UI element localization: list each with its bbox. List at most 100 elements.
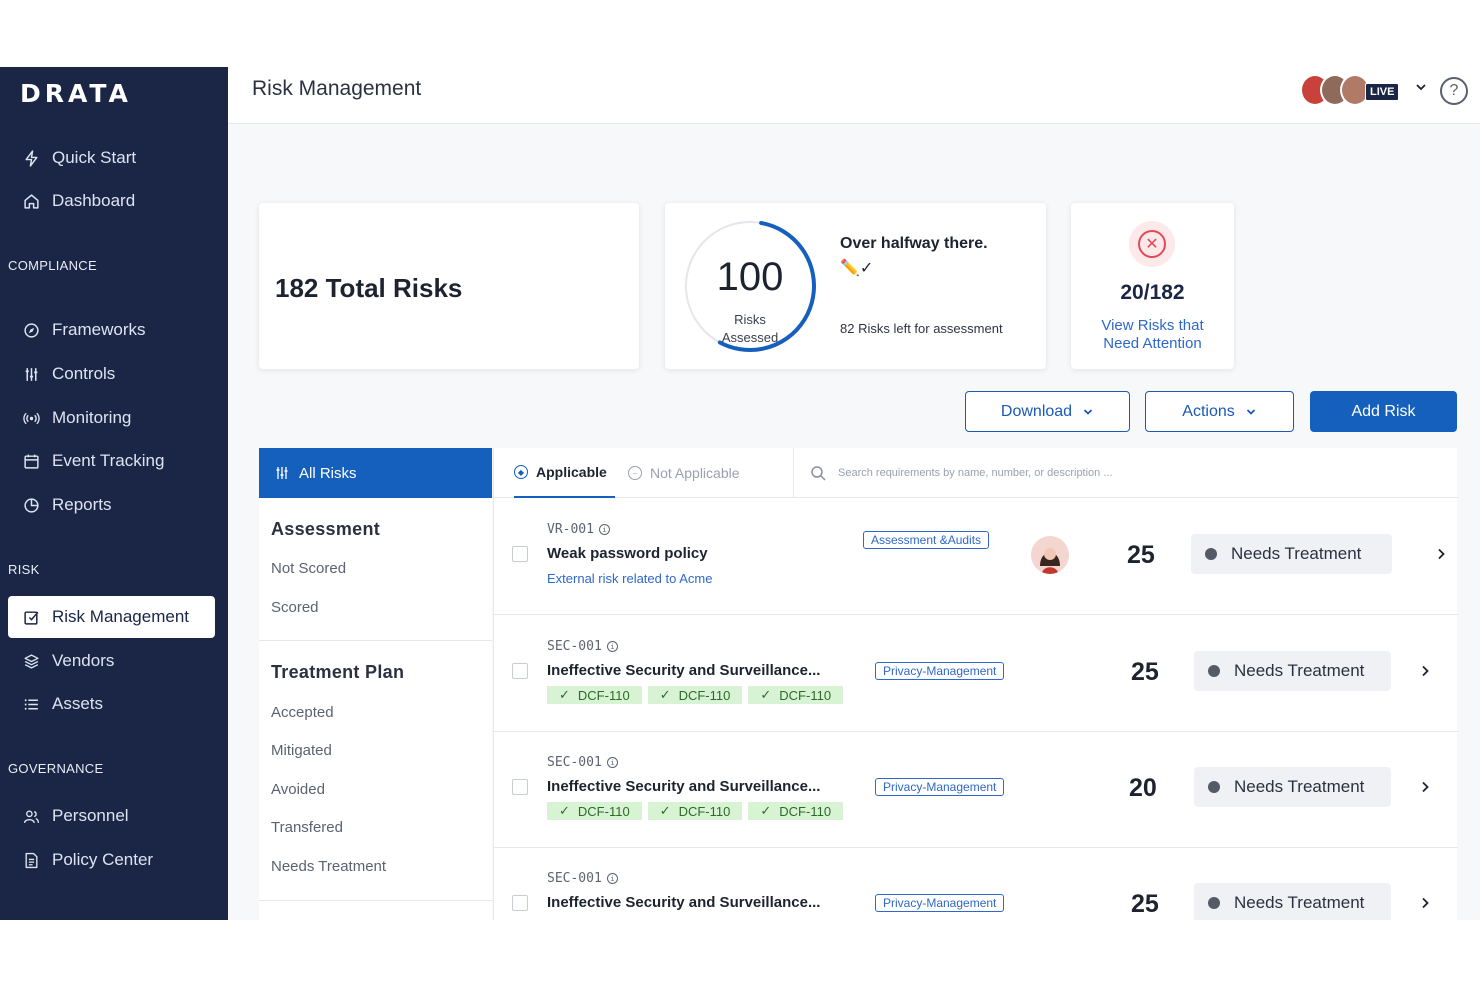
- add-risk-button[interactable]: Add Risk: [1310, 391, 1457, 432]
- check-icon: ✓: [760, 687, 772, 702]
- home-icon: [20, 190, 42, 212]
- divider: [259, 900, 492, 901]
- table-row[interactable]: VR-001 i Weak password policy External r…: [494, 499, 1458, 615]
- status-badge[interactable]: Needs Treatment: [1194, 883, 1391, 920]
- status-badge[interactable]: Needs Treatment: [1191, 534, 1392, 574]
- control-chip[interactable]: ✓ DCF-110: [547, 686, 642, 704]
- risk-score: 25: [1131, 890, 1159, 918]
- control-chip-label: DCF-110: [678, 687, 731, 703]
- sidebar-item-controls[interactable]: Controls: [8, 353, 215, 395]
- risk-code-text: SEC-001: [547, 755, 602, 770]
- download-button[interactable]: Download: [965, 391, 1130, 432]
- risks-assessed-label-line: Assessed: [721, 330, 779, 345]
- control-chip[interactable]: ✓ DCF-110: [748, 686, 844, 704]
- sidebar-item-label: Frameworks: [52, 320, 146, 339]
- attention-count: 20/182: [1120, 281, 1185, 304]
- risk-description[interactable]: External risk related to Acme: [547, 571, 712, 586]
- risk-title[interactable]: Ineffective Security and Surveillance...: [547, 778, 820, 795]
- risk-title[interactable]: Weak password policy: [547, 545, 708, 562]
- total-risks-card: 182 Total Risks: [259, 203, 639, 369]
- filter-not-scored[interactable]: Not Scored: [271, 560, 346, 577]
- control-chip[interactable]: ✓ DCF-110: [647, 802, 743, 820]
- all-risks-filter[interactable]: All Risks: [259, 448, 492, 498]
- table-row[interactable]: SEC-001 i Ineffective Security and Surve…: [494, 848, 1458, 920]
- row-checkbox[interactable]: [512, 895, 528, 911]
- filter-transfered[interactable]: Transfered: [271, 819, 343, 836]
- info-icon[interactable]: i: [606, 641, 618, 652]
- row-checkbox[interactable]: [512, 546, 528, 562]
- info-icon[interactable]: i: [598, 524, 610, 535]
- chevron-right-icon[interactable]: [1418, 896, 1432, 910]
- sidebar-item-quick-start[interactable]: Quick Start: [8, 137, 215, 179]
- control-chips: ✓ DCF-110 ✓ DCF-110 ✓ DCF-110: [547, 802, 844, 820]
- row-checkbox[interactable]: [512, 779, 528, 795]
- risk-code-text: SEC-001: [547, 871, 602, 886]
- control-chip[interactable]: ✓ DCF-110: [647, 686, 743, 704]
- check-icon: ✓: [659, 687, 671, 702]
- risk-code: SEC-001 i: [547, 755, 618, 770]
- status-dot: [1208, 665, 1220, 677]
- risk-score: 20: [1129, 774, 1157, 802]
- calendar-icon: [20, 450, 42, 472]
- status-badge[interactable]: Needs Treatment: [1194, 767, 1391, 807]
- collaborator-avatars[interactable]: [1300, 74, 1372, 106]
- risk-title[interactable]: Ineffective Security and Surveillance...: [547, 662, 820, 679]
- tab-not-applicable[interactable]: – Not Applicable: [628, 448, 740, 498]
- info-icon[interactable]: i: [606, 757, 618, 768]
- control-chip[interactable]: ✓ DCF-110: [748, 802, 844, 820]
- sidebar-item-vendors[interactable]: Vendors: [8, 640, 215, 682]
- owner-avatar[interactable]: [1031, 536, 1069, 574]
- chevron-right-icon[interactable]: [1418, 780, 1432, 794]
- filter-panel: All Risks Assessment Not Scored Scored T…: [259, 448, 492, 920]
- total-risks-count: 182 Total Risks: [275, 273, 463, 303]
- sidebar-item-dashboard[interactable]: Dashboard: [8, 180, 215, 222]
- divider: [259, 640, 492, 641]
- attention-card[interactable]: ✕ 20/182 View Risks that Need Attention: [1071, 203, 1234, 369]
- chevron-right-icon[interactable]: [1434, 547, 1448, 561]
- filter-needs-treatment[interactable]: Needs Treatment: [271, 858, 386, 875]
- control-chips: ✓ DCF-110 ✓ DCF-110 ✓ DCF-110: [547, 686, 844, 704]
- control-chip[interactable]: ✓ DCF-110: [547, 802, 642, 820]
- sidebar-item-personnel[interactable]: Personnel: [8, 795, 215, 837]
- list-icon: [20, 693, 42, 715]
- row-checkbox[interactable]: [512, 663, 528, 679]
- status-dot: [1208, 781, 1220, 793]
- filter-accepted[interactable]: Accepted: [271, 704, 334, 721]
- chevron-down-icon[interactable]: [1414, 80, 1428, 94]
- table-row[interactable]: SEC-001 i Ineffective Security and Surve…: [494, 616, 1458, 732]
- sidebar-item-label: Monitoring: [52, 408, 132, 427]
- sidebar-item-event-tracking[interactable]: Event Tracking: [8, 440, 215, 482]
- filter-scored[interactable]: Scored: [271, 599, 319, 616]
- sidebar-item-assets[interactable]: Assets: [8, 683, 215, 725]
- section-risk: RISK: [8, 562, 40, 577]
- filter-mitigated[interactable]: Mitigated: [271, 742, 332, 759]
- sidebar-item-monitoring[interactable]: Monitoring: [8, 397, 215, 439]
- help-icon[interactable]: ?: [1440, 77, 1468, 105]
- search-input[interactable]: [838, 467, 1438, 479]
- control-chip-label: DCF-110: [779, 803, 832, 819]
- sidebar-item-label: Quick Start: [52, 148, 137, 167]
- risk-code-text: SEC-001: [547, 639, 602, 654]
- risk-title[interactable]: Ineffective Security and Surveillance...: [547, 894, 820, 911]
- sidebar-item-frameworks[interactable]: Frameworks: [8, 309, 215, 351]
- sidebar: DRATA Quick Start Dashboard COMPLIANCE F…: [0, 67, 228, 920]
- sidebar-item-label: Dashboard: [52, 191, 136, 210]
- sidebar-item-label: Assets: [52, 694, 104, 713]
- view-attention-link[interactable]: View Risks that Need Attention: [1071, 317, 1234, 353]
- sidebar-item-label: Risk Management: [52, 607, 190, 626]
- download-button-label: Download: [1000, 402, 1073, 420]
- info-icon[interactable]: i: [606, 873, 618, 884]
- actions-button[interactable]: Actions: [1145, 391, 1294, 432]
- progress-heading: Over halfway there.: [840, 235, 988, 252]
- sidebar-item-label: Event Tracking: [52, 451, 165, 470]
- chevron-right-icon[interactable]: [1418, 664, 1432, 678]
- filter-avoided[interactable]: Avoided: [271, 781, 325, 798]
- tab-applicable[interactable]: ◆ Applicable: [514, 448, 615, 498]
- status-badge[interactable]: Needs Treatment: [1194, 651, 1391, 691]
- drata-logo[interactable]: DRATA: [20, 79, 132, 108]
- sidebar-item-reports[interactable]: Reports: [8, 484, 215, 526]
- sidebar-item-policy-center[interactable]: Policy Center: [8, 839, 215, 881]
- sidebar-item-risk-management[interactable]: Risk Management: [8, 596, 215, 638]
- table-row[interactable]: SEC-001 i Ineffective Security and Surve…: [494, 732, 1458, 848]
- risks-assessed-label-line: Risks: [734, 312, 766, 327]
